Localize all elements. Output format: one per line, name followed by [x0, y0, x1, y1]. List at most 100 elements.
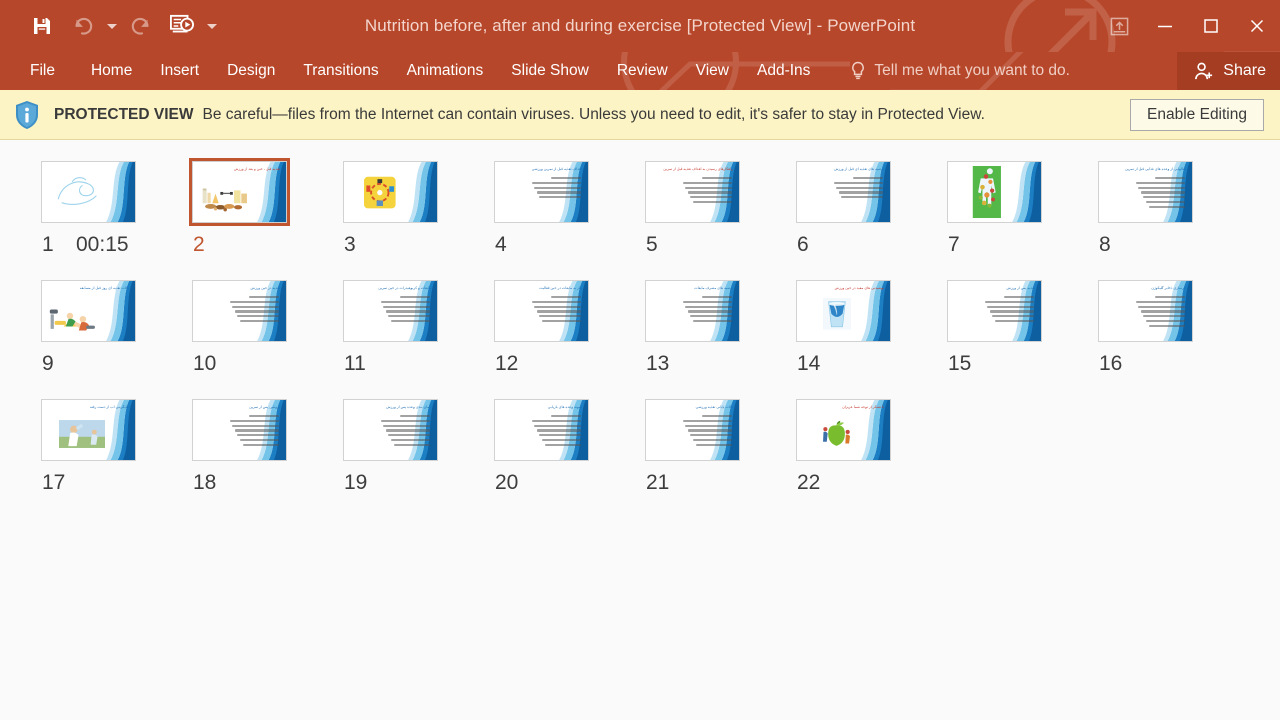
slide-body-text — [529, 296, 581, 325]
lightbulb-icon — [852, 61, 865, 80]
slide-thumbnail-5[interactable]: راهکارهای رسیدن به اهداف تغذیه قبل از تم… — [642, 158, 743, 226]
slide-thumbnail-18[interactable]: پروتئین پس از تمرین — [189, 396, 290, 464]
slide-preview — [947, 161, 1042, 223]
start-slideshow-icon[interactable] — [162, 7, 202, 45]
tab-view[interactable]: View — [682, 52, 743, 90]
slide-art-script — [57, 177, 97, 205]
slide-number: 7 — [948, 233, 960, 256]
slide-thumbnail-cell[interactable]: اهداف تغذیه قبل از تمرین ورزشی 4 — [491, 158, 642, 257]
slide-title: پروتئین پس از تمرین — [249, 405, 280, 409]
slide-number: 16 — [1099, 352, 1123, 375]
slide-thumbnail-16[interactable]: بازسازی ذخایر گلیکوژن — [1095, 277, 1196, 345]
slide-thumbnail-13[interactable]: توصیه های مصرف مایعات — [642, 277, 743, 345]
slide-title: تغذیه قبل ، حین و بعد از ورزش — [234, 167, 280, 171]
slide-thumbnail-1[interactable] — [38, 158, 139, 226]
slide-preview: تغذیه قبل ، حین و بعد از ورزش — [192, 161, 287, 223]
tab-file[interactable]: File — [0, 52, 77, 90]
restore-icon[interactable] — [1188, 0, 1234, 52]
slide-thumbnail-22[interactable]: با تشکر از توجه شما عزیزان — [793, 396, 894, 464]
slide-number: 13 — [646, 352, 670, 375]
close-icon[interactable] — [1234, 0, 1280, 52]
tab-slide-show[interactable]: Slide Show — [497, 52, 603, 90]
ribbon-display-options-icon[interactable] — [1096, 0, 1142, 52]
enable-editing-button[interactable]: Enable Editing — [1130, 98, 1264, 131]
slide-thumbnail-15[interactable]: تغذیه پس از ورزش — [944, 277, 1045, 345]
slide-thumbnail-cell[interactable]: پروتئین پس از تمرین 18 — [189, 396, 340, 495]
slide-number: 12 — [495, 352, 519, 375]
tab-home[interactable]: Home — [77, 52, 146, 90]
slide-thumbnail-19[interactable]: زمان بندی وعده پس از ورزش — [340, 396, 441, 464]
tab-review[interactable]: Review — [603, 52, 682, 90]
slide-thumbnail-11[interactable]: مایعات و کربوهیدرات در حین تمرین — [340, 277, 441, 345]
slide-thumbnail-cell[interactable]: مایعات و کربوهیدرات در حین تمرین 11 — [340, 277, 491, 376]
slide-art-food-weights — [201, 184, 250, 213]
slide-thumbnail-14[interactable]: نوشیدنی های مفید در حین ورزش — [793, 277, 894, 345]
redo-icon[interactable] — [122, 7, 162, 45]
tell-me-search[interactable]: Tell me what you want to do. — [850, 61, 1070, 81]
undo-icon[interactable] — [62, 7, 102, 45]
save-icon[interactable] — [22, 7, 62, 45]
slide-title: مایعات و کربوهیدرات در حین تمرین — [378, 286, 431, 290]
share-button[interactable]: Share — [1177, 52, 1280, 90]
slide-caption: 9 — [38, 352, 189, 376]
slide-thumbnail-cell[interactable]: تغذیه پس از ورزش 15 — [944, 277, 1095, 376]
slide-thumbnail-17[interactable]: جایگزینی آب از دست رفته — [38, 396, 139, 464]
slide-thumbnail-cell[interactable]: توصیه های تغذیه ای قبل از ورزش 6 — [793, 158, 944, 257]
slide-thumbnail-cell[interactable]: نمونه وعده های بازیابی 20 — [491, 396, 642, 495]
slide-thumbnail-cell[interactable]: راهکارهای رسیدن به اهداف تغذیه قبل از تم… — [642, 158, 793, 257]
tab-design[interactable]: Design — [213, 52, 289, 90]
slide-wave-graphic — [1011, 162, 1041, 222]
slide-number: 10 — [193, 352, 217, 375]
slide-thumbnail-6[interactable]: توصیه های تغذیه ای قبل از ورزش — [793, 158, 894, 226]
slide-thumbnail-12[interactable]: نیاز به مایعات در حین فعالیت — [491, 277, 592, 345]
slide-thumbnail-3[interactable] — [340, 158, 441, 226]
slide-thumbnail-cell[interactable]: مثالهایی از وعده های غذایی قبل از تمرین … — [1095, 158, 1246, 257]
slide-thumbnail-8[interactable]: مثالهایی از وعده های غذایی قبل از تمرین — [1095, 158, 1196, 226]
tab-add-ins[interactable]: Add-Ins — [743, 52, 824, 90]
slide-thumbnail-20[interactable]: نمونه وعده های بازیابی — [491, 396, 592, 464]
slide-thumbnail-cell[interactable]: 1 00:15 — [38, 158, 189, 257]
slide-sorter-pane[interactable]: 1 00:15 تغذیه قبل ، حین و بعد از ورزش 2 … — [0, 140, 1280, 720]
slide-thumbnail-cell[interactable]: با تشکر از توجه شما عزیزان 22 — [793, 396, 944, 495]
slide-thumbnail-cell[interactable]: نیاز به مایعات در حین فعالیت 12 — [491, 277, 642, 376]
slide-art-green-apple — [817, 420, 857, 449]
slide-title: اهداف تغذیه قبل از تمرین ورزشی — [531, 167, 582, 171]
minimize-icon[interactable] — [1142, 0, 1188, 52]
slide-number: 8 — [1099, 233, 1111, 256]
qat-customize-icon[interactable] — [202, 7, 222, 45]
slide-thumbnail-cell[interactable]: 7 — [944, 158, 1095, 257]
slide-caption: 12 — [491, 352, 642, 376]
slide-thumbnail-21[interactable]: نکات پایانی تغذیه ورزشی — [642, 396, 743, 464]
slide-thumbnail-cell[interactable]: تغذیه در حین ورزش 10 — [189, 277, 340, 376]
slide-art-cartoon-exercise — [50, 309, 96, 331]
info-shield-icon — [14, 100, 40, 130]
slide-thumbnail-4[interactable]: اهداف تغذیه قبل از تمرین ورزشی — [491, 158, 592, 226]
slide-thumbnail-cell[interactable]: زمان بندی وعده پس از ورزش 19 — [340, 396, 491, 495]
slide-thumbnail-cell[interactable]: جایگزینی آب از دست رفته 17 — [38, 396, 189, 495]
slide-thumbnail-cell[interactable]: 3 — [340, 158, 491, 257]
slide-caption: 19 — [340, 471, 491, 495]
slide-thumbnail-9[interactable]: نکات تغذیه ای روز قبل از مسابقه — [38, 277, 139, 345]
protected-view-title: PROTECTED VIEW — [54, 105, 194, 123]
tab-insert[interactable]: Insert — [146, 52, 213, 90]
slide-thumbnail-cell[interactable]: نوشیدنی های مفید در حین ورزش 14 — [793, 277, 944, 376]
slide-thumbnail-10[interactable]: تغذیه در حین ورزش — [189, 277, 290, 345]
slide-thumbnail-cell[interactable]: بازسازی ذخایر گلیکوژن 16 — [1095, 277, 1246, 376]
slide-caption: 4 — [491, 233, 642, 257]
undo-dropdown-icon[interactable] — [102, 7, 122, 45]
tab-transitions[interactable]: Transitions — [289, 52, 392, 90]
tab-animations[interactable]: Animations — [393, 52, 498, 90]
slide-thumbnail-cell[interactable]: توصیه های مصرف مایعات 13 — [642, 277, 793, 376]
window-controls[interactable] — [1096, 0, 1280, 52]
slide-title: تغذیه در حین ورزش — [250, 286, 280, 290]
slide-preview: تغذیه پس از ورزش — [947, 280, 1042, 342]
slide-thumbnail-cell[interactable]: نکات پایانی تغذیه ورزشی 21 — [642, 396, 793, 495]
slide-preview: نکات پایانی تغذیه ورزشی — [645, 399, 740, 461]
slide-caption: 11 — [340, 352, 491, 376]
ribbon-tabs[interactable]: File Home Insert Design Transitions Anim… — [0, 52, 824, 90]
slide-thumbnail-cell[interactable]: نکات تغذیه ای روز قبل از مسابقه 9 — [38, 277, 189, 376]
slide-thumbnail-2[interactable]: تغذیه قبل ، حین و بعد از ورزش — [189, 158, 290, 226]
quick-access-toolbar[interactable] — [0, 7, 222, 45]
slide-thumbnail-cell[interactable]: تغذیه قبل ، حین و بعد از ورزش 2 — [189, 158, 340, 257]
slide-thumbnail-7[interactable] — [944, 158, 1045, 226]
